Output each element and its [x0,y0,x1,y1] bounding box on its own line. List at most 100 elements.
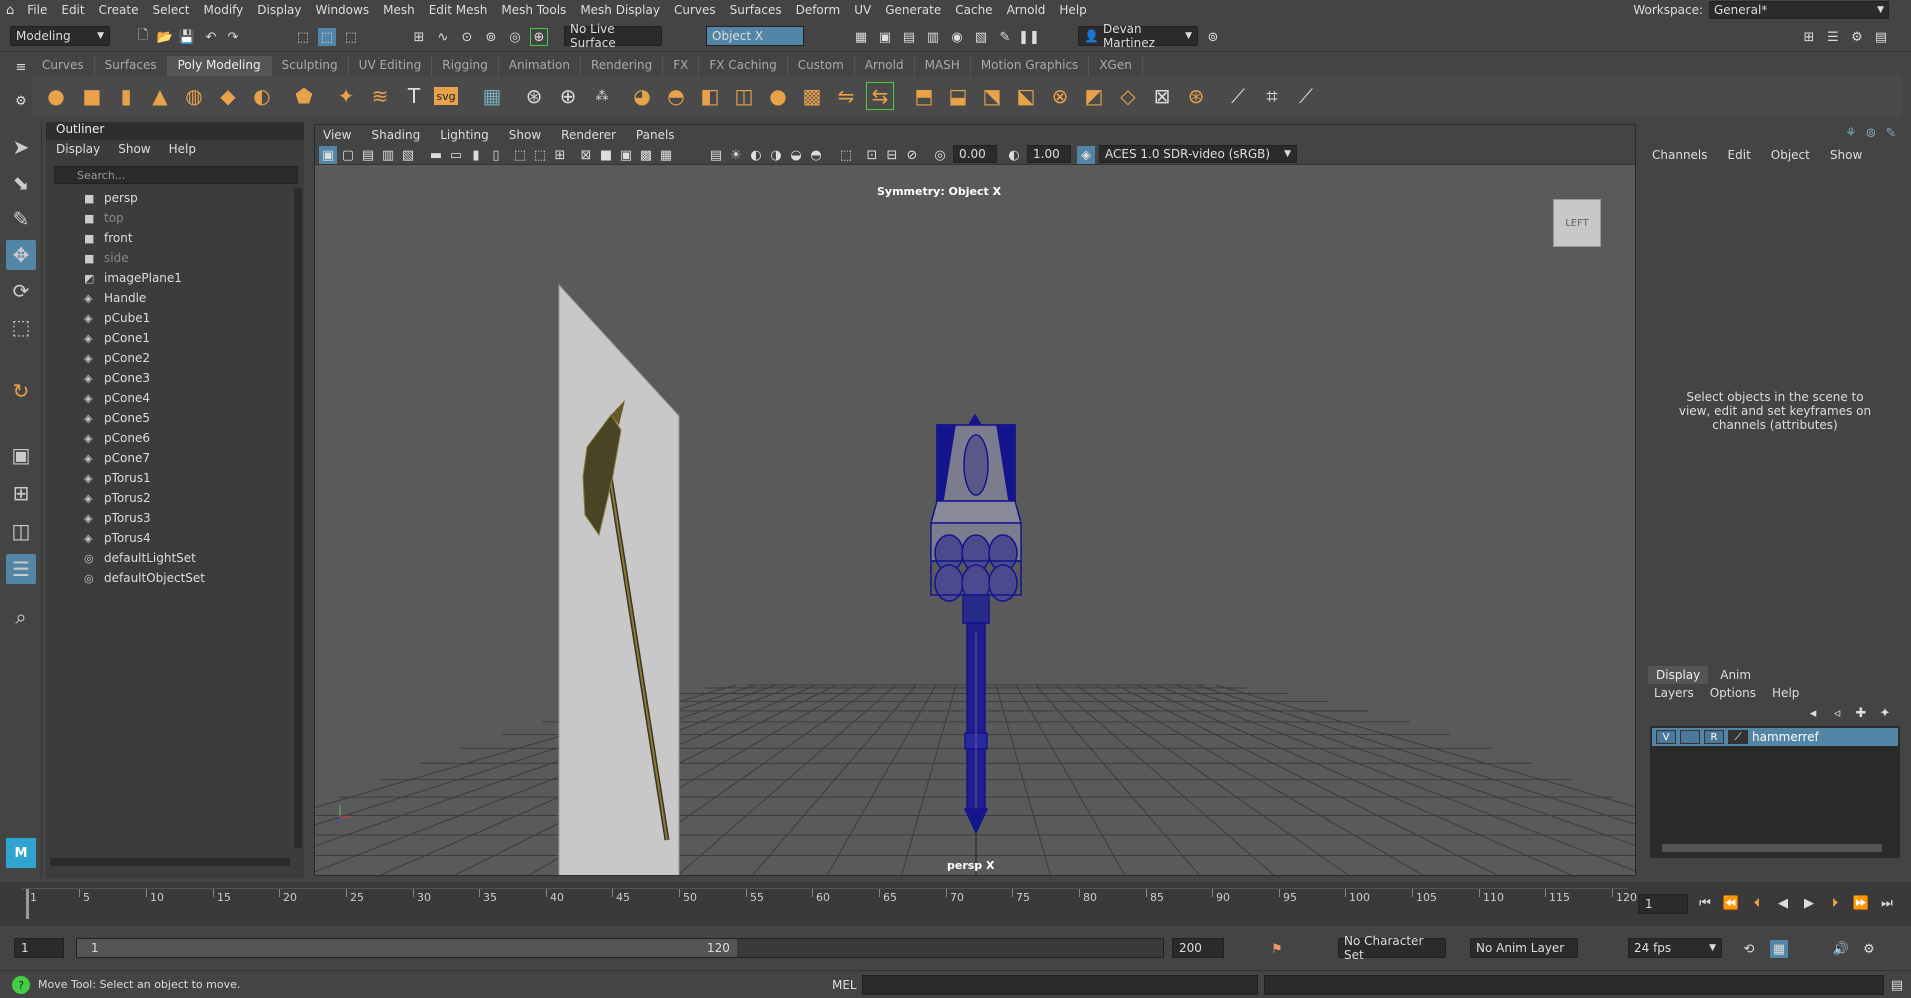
uv-editor-icon[interactable]: ▦ [478,82,506,110]
shelf-menu-icon[interactable]: ≡ [12,58,30,76]
layer-move-up-icon[interactable]: ◂ [1804,704,1822,722]
render-setup-icon[interactable]: ▧ [972,28,990,46]
antialiasing-icon[interactable]: ◓ [807,146,825,164]
field-chart-icon[interactable]: ▯ [487,146,505,164]
film-gate-icon[interactable]: ▬ [427,146,445,164]
home-icon[interactable]: ⌂ [0,3,20,18]
snap-live-icon[interactable]: ⊕ [530,28,548,46]
select-component-icon[interactable]: ⬚ [342,28,360,46]
select-camera-icon[interactable]: ▣ [319,146,337,164]
xray-joints-icon[interactable]: ⊡ [863,146,881,164]
channel-menu-object[interactable]: Object [1771,148,1810,162]
layer-menu-help[interactable]: Help [1772,686,1799,700]
lights-icon[interactable]: ☀ [727,146,745,164]
select-tool-icon[interactable]: ➤ [6,132,36,162]
character-set-dropdown[interactable]: No Character Set [1338,934,1446,962]
gamma-icon[interactable]: ◐ [1005,146,1023,164]
outliner-item[interactable]: ◈ pTorus4 [46,528,286,548]
viewport-menu-show[interactable]: Show [509,128,541,142]
type-tool-icon[interactable]: T [400,82,428,110]
shelf-tab-custom[interactable]: Custom [788,56,855,76]
new-scene-icon[interactable]: 🗋 [134,28,152,46]
outliner-item[interactable]: ◈ pTorus2 [46,488,286,508]
poly-torus-icon[interactable]: ◍ [180,82,208,110]
platonic-solid-icon[interactable]: ⬟ [290,82,318,110]
outliner-item[interactable]: ◩ imagePlane1 [46,268,286,288]
fill-hole-icon[interactable]: ◇ [1114,82,1142,110]
go-to-end-icon[interactable]: ⏭ [1878,894,1896,912]
outliner-item[interactable]: ◈ pTorus3 [46,508,286,528]
tool-settings-icon[interactable]: ⚙ [1848,28,1866,46]
live-surface-field[interactable]: No Live Surface [564,22,662,50]
shelf-tab-curves[interactable]: Curves [32,56,95,76]
snap-point-icon[interactable]: ⊙ [458,28,476,46]
bevel-edge-icon[interactable]: ⬕ [1012,82,1040,110]
menu-arnold[interactable]: Arnold [1000,3,1053,17]
reduce-icon[interactable]: ▩ [798,82,826,110]
step-back-key-icon[interactable]: ⏴ [1748,894,1766,912]
new-layer-icon[interactable]: ✚ [1852,704,1870,722]
hypershade-icon[interactable]: ◉ [948,28,966,46]
outliner-item[interactable]: ◎ defaultLightSet [46,548,286,568]
step-back-icon[interactable]: ⏪ [1722,894,1740,912]
time-ruler[interactable]: 1 5 10 15 20 25 30 35 40 45 50 55 60 65 70 75 80 85 90 95 10… [22,888,1637,920]
render-settings-icon[interactable]: ▥ [924,28,942,46]
save-scene-icon[interactable]: 💾 [178,28,196,46]
outliner-item[interactable]: ◈ pCone4 [46,388,286,408]
outliner-item[interactable]: ◈ pCone6 [46,428,286,448]
select-hierarchy-icon[interactable]: ⬚ [294,28,312,46]
channel-box-toggle-icon[interactable]: ⚘ [1842,124,1860,142]
lasso-tool-icon[interactable]: ⬊ [6,168,36,198]
collapse-icon[interactable]: ◩ [1080,82,1108,110]
grid-icon[interactable]: ⊞ [551,146,569,164]
bridge-icon[interactable]: ⬓ [944,82,972,110]
poly-plane-icon[interactable]: ◆ [214,82,242,110]
rotate-tool-icon[interactable]: ⟳ [6,276,36,306]
offset-loop-icon[interactable]: ⟋ [1292,82,1320,110]
xray-icon[interactable]: ▦ [657,146,675,164]
motion-blur-icon[interactable]: ◒ [787,146,805,164]
menu-modify[interactable]: Modify [197,3,251,17]
menu-display[interactable]: Display [250,3,308,17]
channel-box-link-icon[interactable]: ⊚ [1862,124,1880,142]
paint-select-icon[interactable]: ✎ [6,204,36,234]
separate-icon[interactable]: ◓ [662,82,690,110]
layer-move-down-icon[interactable]: ◃ [1828,704,1846,722]
viewport-menu-shading[interactable]: Shading [371,128,420,142]
menu-help[interactable]: Help [1052,3,1093,17]
script-language-toggle[interactable]: MEL [832,978,857,992]
shelf-tab-mash[interactable]: MASH [915,56,971,76]
menu-edit-mesh[interactable]: Edit Mesh [422,3,495,17]
menu-mesh-tools[interactable]: Mesh Tools [494,3,573,17]
gate-mask-icon[interactable]: ▮ [467,146,485,164]
current-frame-field[interactable]: 1 [1638,894,1688,914]
shelf-tab-rendering[interactable]: Rendering [581,56,664,76]
layer-menu-options[interactable]: Options [1710,686,1756,700]
mode-dropdown[interactable]: Modeling ▼ [10,26,110,46]
outliner-menu-show[interactable]: Show [118,142,150,156]
play-backwards-icon[interactable]: ◀ [1774,894,1792,912]
poly-cone-icon[interactable]: ▲ [146,82,174,110]
xray-active-icon[interactable]: ⊟ [883,146,901,164]
poly-disc-icon[interactable]: ◐ [248,82,276,110]
bookmark-icon[interactable]: ▤ [359,146,377,164]
outliner-item[interactable]: ◈ pTorus1 [46,468,286,488]
exposure-field[interactable]: 0.00 [953,145,997,163]
scale-tool-icon[interactable]: ⬚ [6,312,36,342]
snap-surface-icon[interactable]: ◎ [506,28,524,46]
outliner-item[interactable]: ◈ pCone7 [46,448,286,468]
two-pane-icon[interactable]: ◫ [6,516,36,546]
menu-surfaces[interactable]: Surfaces [723,3,789,17]
menu-curves[interactable]: Curves [667,3,723,17]
triangulate-icon[interactable]: ⊠ [1148,82,1176,110]
modeling-toolkit-icon[interactable]: ⊞ [1800,28,1818,46]
viewport-menu-lighting[interactable]: Lighting [440,128,489,142]
view-cube[interactable]: LEFT [1553,199,1601,247]
redo-icon[interactable]: ↷ [224,28,242,46]
symmetrize-icon[interactable]: ⇆ [866,82,894,110]
end-time-field[interactable]: 200 [1172,938,1224,958]
color-management-icon[interactable]: ◈ [1077,146,1095,164]
poly-sphere-icon[interactable]: ● [42,82,70,110]
shelf-tab-animation[interactable]: Animation [499,56,581,76]
channel-box-edit-icon[interactable]: ✎ [1882,124,1900,142]
